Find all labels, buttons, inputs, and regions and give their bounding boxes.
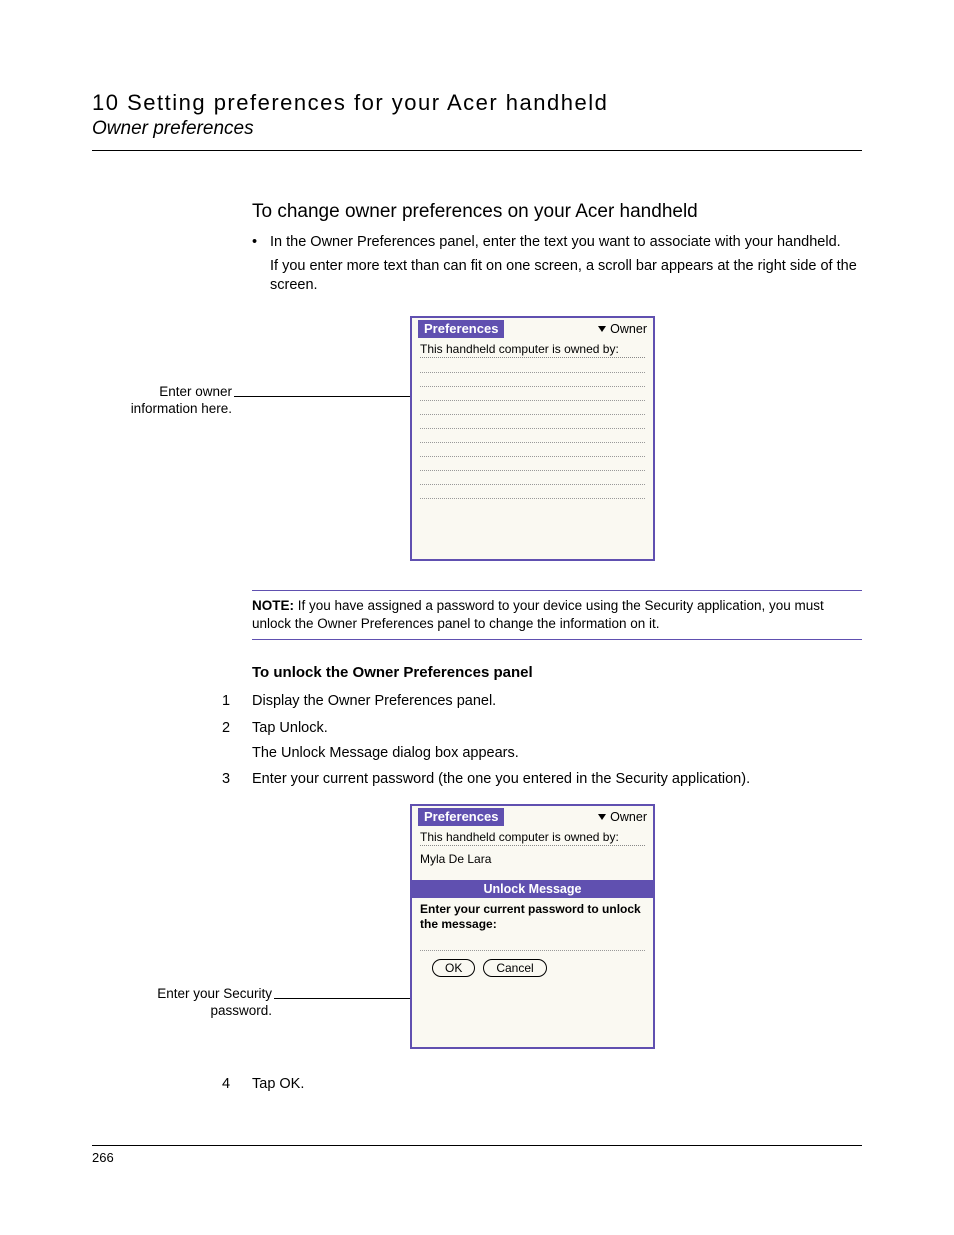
step-number: 1 bbox=[92, 691, 252, 712]
dropdown-label: Owner bbox=[610, 322, 647, 336]
note-label: NOTE: bbox=[252, 598, 294, 613]
step-row: 3 Enter your current password (the one y… bbox=[92, 769, 862, 790]
ok-button[interactable]: OK bbox=[432, 959, 475, 977]
input-line[interactable] bbox=[420, 490, 645, 499]
section-title: Owner preferences bbox=[92, 118, 862, 140]
password-input[interactable] bbox=[420, 942, 645, 951]
bullet-text: In the Owner Preferences panel, enter th… bbox=[270, 233, 862, 253]
step-number: 2 bbox=[92, 718, 252, 739]
page-header: 10 Setting preferences for your Acer han… bbox=[92, 90, 862, 151]
chevron-down-icon bbox=[598, 814, 606, 820]
input-line[interactable] bbox=[420, 406, 645, 415]
bullet-subtext: If you enter more text than can fit on o… bbox=[270, 257, 862, 296]
input-line[interactable] bbox=[420, 462, 645, 471]
palm-category-dropdown[interactable]: Owner bbox=[598, 810, 647, 824]
palm-titlebar: Preferences Owner bbox=[412, 318, 653, 340]
bullet-item: • In the Owner Preferences panel, enter … bbox=[252, 233, 862, 253]
step-text: Tap OK. bbox=[252, 1074, 862, 1095]
note-text: If you have assigned a password to your … bbox=[252, 598, 824, 631]
step-text: Tap Unlock. bbox=[252, 718, 862, 739]
callout-line bbox=[274, 998, 414, 999]
input-line[interactable] bbox=[420, 392, 645, 401]
input-line[interactable] bbox=[420, 420, 645, 429]
palm-titlebar: Preferences Owner bbox=[412, 806, 653, 828]
input-line[interactable] bbox=[420, 364, 645, 373]
input-line[interactable] bbox=[420, 476, 645, 485]
owner-name-text: Myla De Lara bbox=[420, 852, 645, 866]
owner-prompt: This handheld computer is owned by: bbox=[420, 830, 645, 846]
owner-prompt: This handheld computer is owned by: bbox=[420, 342, 645, 358]
palm-category-dropdown[interactable]: Owner bbox=[598, 322, 647, 336]
palm-app-title: Preferences bbox=[418, 808, 504, 826]
figure-unlock-dialog: Enter your Security password. Preference… bbox=[252, 804, 862, 1054]
palm-screen: Preferences Owner This handheld computer… bbox=[410, 316, 655, 561]
step-row: 1 Display the Owner Preferences panel. bbox=[92, 691, 862, 712]
bullet-marker: • bbox=[252, 233, 270, 253]
step-number: 3 bbox=[92, 769, 252, 790]
dropdown-label: Owner bbox=[610, 810, 647, 824]
callout-enter-owner: Enter owner information here. bbox=[92, 384, 232, 418]
callout-line bbox=[234, 396, 410, 397]
input-line[interactable] bbox=[420, 448, 645, 457]
input-line[interactable] bbox=[420, 434, 645, 443]
step-row: 2 Tap Unlock. bbox=[92, 718, 862, 739]
step-subtext: The Unlock Message dialog box appears. bbox=[252, 745, 862, 761]
heading-unlock: To unlock the Owner Preferences panel bbox=[252, 664, 862, 681]
step-row: 4 Tap OK. bbox=[92, 1074, 862, 1095]
step-text: Display the Owner Preferences panel. bbox=[252, 691, 862, 712]
input-line[interactable] bbox=[420, 378, 645, 387]
heading-change-owner: To change owner preferences on your Acer… bbox=[252, 201, 862, 223]
page-footer: 266 bbox=[92, 1145, 862, 1165]
chevron-down-icon bbox=[598, 326, 606, 332]
dialog-prompt: Enter your current password to unlock th… bbox=[420, 902, 645, 932]
callout-security-pw: Enter your Security password. bbox=[92, 986, 272, 1020]
cancel-button[interactable]: Cancel bbox=[483, 959, 546, 977]
chapter-title: 10 Setting preferences for your Acer han… bbox=[92, 90, 862, 116]
step-number: 4 bbox=[92, 1074, 252, 1095]
dialog-titlebar: Unlock Message bbox=[412, 880, 653, 898]
palm-app-title: Preferences bbox=[418, 320, 504, 338]
figure-owner-prefs: Enter owner information here. Preference… bbox=[252, 316, 862, 566]
page-number: 266 bbox=[92, 1150, 114, 1165]
note-block: NOTE: If you have assigned a password to… bbox=[252, 590, 862, 640]
palm-screen: Preferences Owner This handheld computer… bbox=[410, 804, 655, 1049]
step-text: Enter your current password (the one you… bbox=[252, 769, 862, 790]
